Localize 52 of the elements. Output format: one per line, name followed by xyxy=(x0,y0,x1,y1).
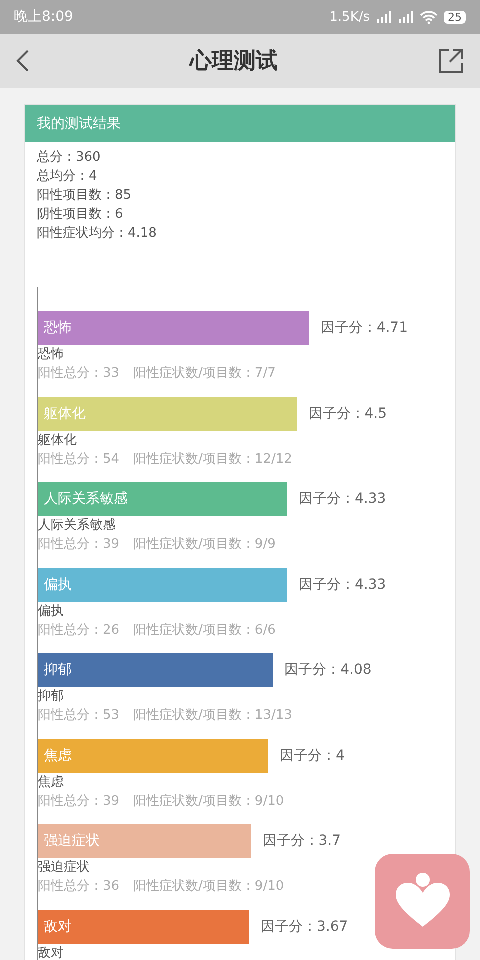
factor-name: 恐怖 xyxy=(38,346,65,364)
symptom-ratio: 阳性症状数/项目数：6/6 xyxy=(134,622,276,640)
bar-label: 恐怖 xyxy=(44,319,72,337)
positive-total: 阳性总分：33 xyxy=(38,365,120,383)
positive-total: 阳性总分：26 xyxy=(38,622,120,640)
signal-icon xyxy=(398,11,414,23)
factor-score: 因子分：4 xyxy=(280,746,345,764)
share-button[interactable] xyxy=(436,46,466,76)
factor-score: 因子分：4.08 xyxy=(284,661,372,679)
signal-icon xyxy=(376,11,392,23)
summary-line: 阳性症状均分：4.18 xyxy=(37,225,158,243)
symptom-ratio: 阳性症状数/项目数：13/13 xyxy=(134,707,292,725)
symptom-ratio: 阳性症状数/项目数：9/10 xyxy=(134,878,284,896)
symptom-ratio: 阳性症状数/项目数：9/10 xyxy=(134,792,284,810)
summary-line: 总分：360 xyxy=(37,149,102,167)
positive-total: 阳性总分：36 xyxy=(38,878,120,896)
bar-label: 偏执 xyxy=(44,576,72,594)
card-title: 我的测试结果 xyxy=(37,114,121,132)
bar-label: 敌对 xyxy=(44,918,72,936)
factor-score: 因子分：4.71 xyxy=(320,319,408,337)
factor-score: 因子分：4.5 xyxy=(308,404,388,422)
factor-name: 焦虑 xyxy=(38,774,65,792)
bar-label: 焦虑 xyxy=(44,746,72,764)
summary-line: 阳性项目数：85 xyxy=(37,187,133,205)
summary-line: 阴性项目数：6 xyxy=(37,206,124,224)
page-title: 心理测试 xyxy=(190,48,278,76)
battery-indicator: 25 xyxy=(444,10,466,24)
symptom-ratio: 阳性症状数/项目数：12/12 xyxy=(134,450,292,468)
factor-score: 因子分：3.67 xyxy=(261,918,348,936)
bar-label: 强迫症状 xyxy=(44,832,100,850)
symptom-ratio: 阳性症状数/项目数：9/9 xyxy=(134,536,276,554)
factor-name: 抑郁 xyxy=(38,688,65,706)
bar-label: 人际关系敏感 xyxy=(44,490,128,508)
factor-name: 躯体化 xyxy=(38,432,78,450)
positive-total: 阳性总分：39 xyxy=(38,536,120,554)
network-speed: 1.5K/s xyxy=(330,10,370,24)
bar-label: 抑郁 xyxy=(44,661,72,679)
bar-label: 躯体化 xyxy=(44,404,86,422)
positive-total: 阳性总分：39 xyxy=(38,792,120,810)
factor-score: 因子分：4.33 xyxy=(298,576,386,594)
factor-name: 偏执 xyxy=(38,602,65,620)
factor-score: 因子分：3.7 xyxy=(262,832,342,850)
symptom-ratio: 阳性症状数/项目数：7/7 xyxy=(134,365,276,383)
summary-line: 总均分：4 xyxy=(37,168,98,186)
factor-name: 人际关系敏感 xyxy=(38,517,117,535)
status-time: 晚上8:09 xyxy=(14,8,74,26)
wifi-icon xyxy=(420,10,438,24)
positive-total: 阳性总分：54 xyxy=(38,450,120,468)
factor-name: 强迫症状 xyxy=(38,859,91,877)
factor-score: 因子分：4.33 xyxy=(298,490,386,508)
factor-name: 敌对 xyxy=(38,944,65,960)
positive-total: 阳性总分：53 xyxy=(38,707,120,725)
